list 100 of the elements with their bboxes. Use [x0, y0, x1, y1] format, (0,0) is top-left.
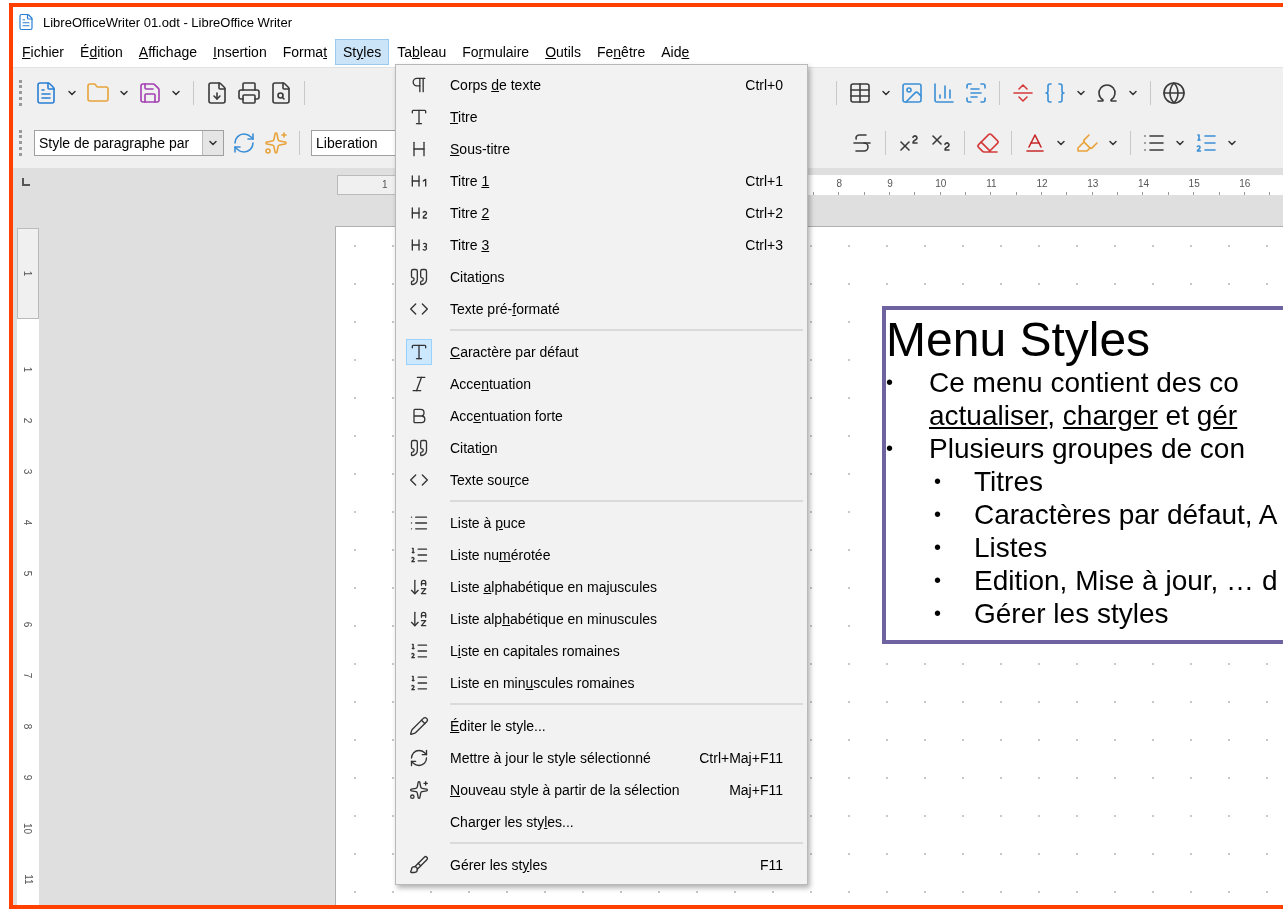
menu-bar-item[interactable]: Styles: [335, 39, 390, 65]
sort-letters-icon: [409, 609, 429, 629]
sparkle-icon: [409, 780, 429, 800]
font-color-icon[interactable]: [1023, 131, 1047, 155]
menu-item[interactable]: Gérer les styles F11: [396, 849, 807, 881]
bullet-text: Listes: [974, 531, 1048, 564]
toolbar-grip[interactable]: [19, 80, 22, 106]
refresh-style-icon[interactable]: [232, 131, 256, 155]
menu-item[interactable]: Accentuation: [396, 368, 807, 400]
paragraph-style-combo[interactable]: Style de paragraphe par: [34, 130, 224, 156]
menu-item[interactable]: Titre 2 Ctrl+2: [396, 197, 807, 229]
letter-icon: [409, 342, 429, 362]
ruler-label: 11: [985, 176, 998, 191]
menu-bar-item[interactable]: Affichage: [130, 39, 205, 65]
menu-item[interactable]: Sous-titre: [396, 133, 807, 165]
ruler-label: 13: [1086, 176, 1100, 191]
bullet-icon: •: [886, 366, 929, 399]
ruler-label: 8: [835, 176, 844, 191]
menu-item[interactable]: Éditer le style...: [396, 710, 807, 742]
shortcut-label: Ctrl+3: [745, 237, 783, 253]
bullet-text: Caractères par défaut, A: [974, 498, 1278, 531]
bullet-icon: •: [934, 564, 974, 597]
slide-title: Menu Styles: [886, 314, 1152, 366]
ruler-label: 9: [22, 774, 34, 781]
table-icon[interactable]: [848, 81, 872, 105]
save-icon[interactable]: [138, 81, 162, 105]
menu-bar-item[interactable]: Tableau: [389, 39, 455, 65]
menu-item[interactable]: Liste en minuscules romaines: [396, 667, 807, 699]
menu-item[interactable]: Citation: [396, 432, 807, 464]
shortcut-label: Maj+F11: [729, 782, 783, 798]
bullet-icon: •: [934, 597, 974, 630]
ruler-label: 11: [22, 874, 34, 885]
brush-icon: [409, 855, 429, 875]
font-name-combo[interactable]: Liberation: [311, 130, 395, 156]
omega-icon[interactable]: [1095, 81, 1119, 105]
shortcut-label: Ctrl+1: [745, 173, 783, 189]
menu-bar-item[interactable]: Fenêtre: [588, 39, 654, 65]
ruler-label: 10: [22, 822, 34, 835]
quote-icon: [409, 267, 429, 287]
pencil-icon: [409, 716, 429, 736]
menu-item[interactable]: Accentuation forte: [396, 400, 807, 432]
bullet-text: Edition, Mise à jour, … d: [974, 564, 1278, 597]
strikethrough-icon[interactable]: [850, 131, 874, 155]
menu-item[interactable]: Titre 1 Ctrl+1: [396, 165, 807, 197]
ruler-label: 3: [22, 468, 34, 475]
ruler-label: 15: [1187, 176, 1201, 191]
menu-item[interactable]: Mettre à jour le style sélectionné Ctrl+Maj+F11: [396, 742, 807, 774]
hyperlink-icon[interactable]: [1162, 81, 1186, 105]
menu-bar-item[interactable]: Fichier: [14, 39, 73, 65]
menu-item[interactable]: Titre 3 Ctrl+3: [396, 229, 807, 261]
menu-item[interactable]: Liste numérotée: [396, 539, 807, 571]
print-preview-icon[interactable]: [269, 81, 293, 105]
menu-item[interactable]: Caractère par défaut: [396, 336, 807, 368]
menu-item[interactable]: Texte pré-formaté: [396, 293, 807, 325]
ruler-label: 12: [1035, 176, 1049, 191]
bullet-text: Titres: [974, 465, 1043, 498]
letter-t-icon: [409, 107, 429, 127]
ruler-label: 8: [22, 723, 34, 730]
bullet-icon: •: [934, 465, 974, 498]
clear-formatting-icon[interactable]: [976, 131, 1000, 155]
ruler-label: 5: [22, 570, 34, 577]
menu-item[interactable]: Nouveau style à partir de la sélection Maj+F11: [396, 774, 807, 806]
ruler-label: 14: [1136, 176, 1151, 191]
printer-icon[interactable]: [237, 81, 261, 105]
menu-bar-item[interactable]: Outils: [537, 39, 589, 65]
ruler-label: 4: [22, 519, 34, 526]
menu-bar-item[interactable]: Insertion: [205, 39, 275, 65]
bullet-icon: •: [934, 498, 974, 531]
menu-bar-item[interactable]: Aide: [653, 39, 698, 65]
menu-bar-item[interactable]: Format: [274, 39, 336, 65]
menu-item[interactable]: Titre: [396, 101, 807, 133]
menu-item[interactable]: Corps de texte Ctrl+0: [396, 69, 807, 101]
ruler-label: 16: [1238, 176, 1252, 191]
window-title: LibreOfficeWriter 01.odt - LibreOffice Writer: [43, 14, 293, 30]
menu-item[interactable]: Liste en capitales romaines: [396, 635, 807, 667]
sort-letters-icon: [409, 577, 429, 597]
menu-bar-item[interactable]: Édition: [72, 39, 131, 65]
bullet-text: Ce menu contient des co: [929, 366, 1239, 399]
tab-stop-icon[interactable]: [22, 178, 30, 186]
bullet-text: actualiser, charger et gér: [929, 399, 1239, 432]
menu-item[interactable]: Texte source: [396, 464, 807, 496]
bullet-text: Plusieurs groupes de con: [929, 432, 1245, 465]
menu-bar-item[interactable]: Formulaire: [454, 39, 538, 65]
pdf-export-icon[interactable]: [205, 81, 229, 105]
numbered-list-icon: [409, 673, 429, 693]
menu-item[interactable]: Liste à puce: [396, 507, 807, 539]
menu-item[interactable]: Charger les styles...: [396, 806, 807, 838]
ruler-label: 1: [22, 366, 34, 373]
new-document-icon[interactable]: [34, 81, 58, 105]
ruler-label: 7: [22, 672, 34, 679]
bullet-icon: •: [934, 531, 974, 564]
menu-item[interactable]: Liste alphabétique en minuscules: [396, 603, 807, 635]
bullet-text: Gérer les styles: [974, 597, 1169, 630]
image-icon[interactable]: [900, 81, 924, 105]
menu-item[interactable]: Liste alphabétique en majuscules: [396, 571, 807, 603]
menu-item[interactable]: Citations: [396, 261, 807, 293]
ruler-label: 10: [934, 176, 948, 191]
toolbar-grip[interactable]: [19, 130, 22, 156]
shortcut-label: Ctrl+2: [745, 205, 783, 221]
shortcut-label: F11: [759, 857, 783, 873]
